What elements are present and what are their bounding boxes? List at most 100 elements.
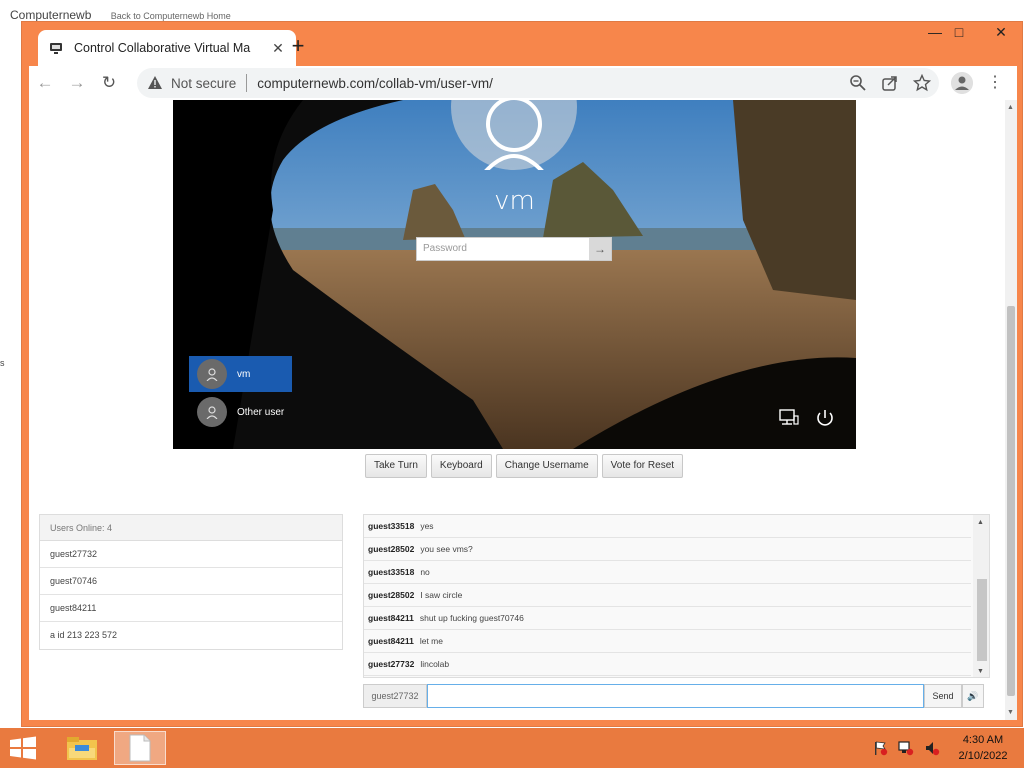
document-icon bbox=[129, 734, 151, 762]
background-back-link[interactable]: Back to Computernewb Home bbox=[111, 11, 231, 21]
network-tray-icon[interactable] bbox=[898, 740, 914, 756]
chat-input-row: guest27732 Send 🔊 bbox=[363, 684, 990, 708]
chat-scrollbar[interactable]: ▲ ▼ bbox=[973, 515, 989, 677]
network-icon[interactable] bbox=[778, 408, 800, 428]
back-button[interactable]: ← bbox=[29, 67, 61, 99]
chat-message: guest84211 shut up fucking guest70746 bbox=[364, 607, 971, 630]
bookmark-star-icon[interactable] bbox=[913, 74, 931, 92]
clock-time: 4:30 AM bbox=[962, 734, 1004, 746]
taskbar-clock[interactable]: 4:30 AM 2/10/2022 bbox=[948, 732, 1018, 764]
page-viewport: vm Password → vm Other user Take Turn Ke… bbox=[29, 100, 1017, 720]
chat-text: yes bbox=[420, 521, 434, 531]
taskbar: 4:30 AM 2/10/2022 bbox=[0, 728, 1024, 768]
chat-username: guest84211 bbox=[368, 613, 414, 623]
close-window-button[interactable]: ✕ bbox=[978, 22, 1024, 44]
tab-title: Control Collaborative Virtual Ma bbox=[74, 41, 251, 55]
change-username-button[interactable]: Change Username bbox=[495, 454, 598, 478]
scroll-up-arrow-icon[interactable]: ▲ bbox=[977, 519, 984, 526]
power-icon[interactable] bbox=[814, 408, 836, 428]
chat-message: guest33518 no bbox=[364, 561, 971, 584]
chat-message: guest28502 I saw circle bbox=[364, 584, 971, 607]
chat-message: guest27732 lincolab bbox=[364, 653, 971, 676]
tab-close-icon[interactable]: ✕ bbox=[270, 40, 286, 56]
start-button-windows-icon[interactable] bbox=[6, 734, 40, 762]
keyboard-button[interactable]: Keyboard bbox=[430, 454, 492, 478]
vm-favicon-icon bbox=[50, 43, 62, 54]
address-separator bbox=[246, 74, 248, 92]
chat-text: no bbox=[420, 567, 430, 577]
folder-icon bbox=[67, 737, 97, 760]
new-tab-button[interactable]: + bbox=[287, 35, 309, 58]
security-label[interactable]: Not secure bbox=[171, 76, 236, 91]
user-row[interactable]: a id 213 223 572 bbox=[40, 622, 342, 649]
login-system-icons bbox=[778, 408, 836, 428]
chat-message: guest33518 yes bbox=[364, 515, 971, 538]
user-avatar bbox=[451, 100, 577, 174]
background-side-text: s bbox=[0, 358, 5, 368]
scroll-down-arrow-icon[interactable]: ▼ bbox=[977, 668, 984, 675]
password-placeholder[interactable]: Password bbox=[417, 238, 589, 260]
profile-avatar-icon[interactable] bbox=[951, 72, 973, 94]
chat-scroll-thumb[interactable] bbox=[977, 579, 987, 661]
reload-button[interactable]: ↻ bbox=[93, 67, 125, 99]
page-scroll-thumb[interactable] bbox=[1007, 306, 1015, 696]
user-tile-vm[interactable]: vm bbox=[189, 356, 292, 392]
chat-text: I saw circle bbox=[420, 590, 463, 600]
browser-tab[interactable]: Control Collaborative Virtual Ma ✕ bbox=[38, 30, 296, 66]
address-bar[interactable]: Not secure computernewb.com/collab-vm/us… bbox=[137, 68, 939, 98]
chat-panel[interactable]: guest33518 yes guest28502 you see vms? gue… bbox=[363, 514, 990, 678]
send-button[interactable]: Send bbox=[924, 684, 962, 708]
maximize-button[interactable]: □ bbox=[944, 22, 974, 44]
browser-window: Control Collaborative Virtual Ma ✕ + — □… bbox=[21, 21, 1023, 727]
vote-reset-button[interactable]: Vote for Reset bbox=[601, 454, 684, 478]
background-header: Computernewb Back to Computernewb Home bbox=[10, 8, 231, 22]
chat-text: shut up fucking guest70746 bbox=[419, 613, 524, 623]
sound-toggle-icon[interactable]: 🔊 bbox=[962, 684, 984, 708]
user-tile-label: Other user bbox=[237, 406, 285, 418]
chat-message: guest28502 you see vms? bbox=[364, 538, 971, 561]
user-row[interactable]: guest70746 bbox=[40, 568, 342, 595]
background-brand[interactable]: Computernewb bbox=[10, 8, 91, 22]
action-center-flag-icon[interactable] bbox=[872, 740, 888, 756]
user-tile-avatar-icon bbox=[197, 359, 227, 389]
users-panel: Users Online: 4 guest27732 guest70746 gu… bbox=[39, 514, 343, 650]
take-turn-button[interactable]: Take Turn bbox=[365, 454, 427, 478]
chat-message-input[interactable] bbox=[427, 684, 924, 708]
user-list: vm Other user bbox=[189, 356, 292, 432]
submit-arrow-icon[interactable]: → bbox=[589, 238, 611, 260]
user-row[interactable]: guest84211 bbox=[40, 595, 342, 622]
chat-username: guest33518 bbox=[368, 521, 415, 531]
chat-username: guest33518 bbox=[368, 567, 415, 577]
chat-username: guest28502 bbox=[368, 544, 415, 554]
zoom-icon[interactable] bbox=[849, 74, 867, 92]
chat-username: guest27732 bbox=[368, 659, 415, 669]
user-tile-other[interactable]: Other user bbox=[189, 394, 292, 430]
user-row[interactable]: guest27732 bbox=[40, 541, 342, 568]
browser-toolbar: ← → ↻ Not secure computernewb.com/collab… bbox=[29, 66, 1017, 100]
chat-current-username: guest27732 bbox=[363, 684, 427, 708]
page-scrollbar[interactable]: ▲ ▼ bbox=[1005, 100, 1017, 720]
browser-menu-icon[interactable]: ⋮ bbox=[987, 74, 1003, 94]
taskbar-file-explorer[interactable] bbox=[56, 731, 108, 765]
users-online-header: Users Online: 4 bbox=[40, 515, 342, 541]
page-scroll-down-icon[interactable]: ▼ bbox=[1007, 709, 1014, 716]
password-field[interactable]: Password → bbox=[416, 237, 612, 261]
vm-screen[interactable]: vm Password → vm Other user bbox=[173, 100, 856, 449]
forward-button[interactable]: → bbox=[61, 67, 93, 99]
clock-date: 2/10/2022 bbox=[958, 750, 1008, 762]
chat-username: guest28502 bbox=[368, 590, 415, 600]
browser-titlebar: Control Collaborative Virtual Ma ✕ + — □… bbox=[22, 22, 1022, 66]
system-tray bbox=[872, 740, 940, 756]
chat-text: you see vms? bbox=[420, 544, 473, 554]
volume-muted-icon[interactable] bbox=[924, 740, 940, 756]
page-scroll-up-icon[interactable]: ▲ bbox=[1007, 104, 1014, 111]
chat-text: lincolab bbox=[420, 659, 450, 669]
warning-icon[interactable] bbox=[147, 75, 163, 91]
url-text[interactable]: computernewb.com/collab-vm/user-vm/ bbox=[257, 76, 493, 91]
chat-message: guest84211 let me bbox=[364, 630, 971, 653]
user-silhouette-icon bbox=[483, 100, 545, 174]
login-username: vm bbox=[494, 186, 535, 216]
share-icon[interactable] bbox=[881, 74, 899, 92]
chat-text: let me bbox=[419, 636, 443, 646]
taskbar-active-window[interactable] bbox=[114, 731, 166, 765]
